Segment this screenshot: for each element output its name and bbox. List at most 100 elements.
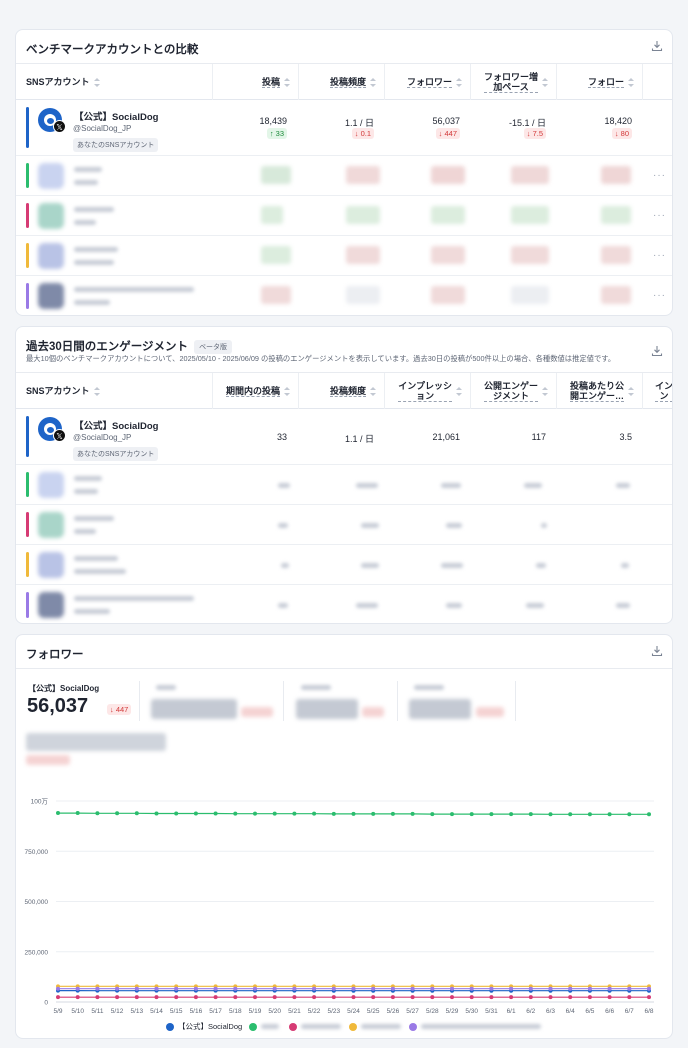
- more-menu-icon[interactable]: ···: [653, 290, 666, 301]
- benchmark-card: ベンチマークアカウントとの比較 SNSアカウント 投稿 投稿頻度 フォロワー フ…: [15, 29, 673, 316]
- sort-icon: [284, 386, 290, 396]
- data-point: [193, 986, 198, 991]
- data-point: [430, 986, 435, 991]
- data-point: [253, 995, 257, 1000]
- col-impressions-overflow[interactable]: インン: [643, 373, 672, 409]
- x-tick-label: 6/6: [605, 1008, 614, 1015]
- x-tick-label: 6/3: [546, 1008, 555, 1015]
- x-platform-icon: 𝕏: [53, 429, 66, 442]
- col-sns-account[interactable]: SNSアカウント: [16, 373, 213, 409]
- data-point: [469, 986, 474, 991]
- legend-dot: [349, 1022, 358, 1031]
- data-point: [351, 995, 356, 1000]
- engagement-description: 最大10個のベンチマークアカウントについて、2025/05/10 - 2025/…: [26, 354, 616, 363]
- table-row[interactable]: [16, 585, 672, 623]
- data-point: [95, 995, 100, 1000]
- data-point: [607, 986, 612, 991]
- more-menu-icon[interactable]: ···: [653, 210, 666, 221]
- account-name: 【公式】SocialDog: [74, 421, 159, 432]
- x-tick-label: 6/5: [585, 1008, 594, 1015]
- data-point: [371, 995, 376, 1000]
- avatar: [38, 552, 64, 578]
- data-point: [351, 811, 356, 816]
- table-row[interactable]: ···: [16, 156, 672, 196]
- legend-main-account: 【公式】SocialDog: [178, 1022, 243, 1031]
- data-point: [213, 811, 218, 816]
- col-engagement-per-post[interactable]: 投稿あたり公 開エンゲー…: [557, 373, 643, 409]
- data-point: [174, 986, 179, 991]
- table-row[interactable]: ···: [16, 236, 672, 276]
- account-color-bar: [26, 472, 29, 497]
- sort-icon: [370, 386, 376, 396]
- data-point: [489, 995, 494, 1000]
- avatar: [38, 203, 64, 229]
- data-point: [134, 995, 139, 1000]
- data-point: [568, 995, 573, 1000]
- col-public-engagement[interactable]: 公開エンゲー ジメント: [471, 373, 557, 409]
- legend-dot: [289, 1022, 298, 1031]
- sort-icon: [542, 77, 548, 87]
- data-point: [587, 986, 592, 991]
- data-point: [371, 811, 376, 816]
- data-point: [647, 995, 651, 1000]
- col-post-frequency[interactable]: 投稿頻度: [299, 373, 385, 409]
- beta-badge: ベータ版: [194, 340, 233, 354]
- data-point: [469, 995, 474, 1000]
- col-post-frequency[interactable]: 投稿頻度: [299, 64, 385, 100]
- x-tick-label: 5/20: [268, 1008, 281, 1015]
- col-posts[interactable]: 投稿: [213, 64, 299, 100]
- benchmark-table: SNSアカウント 投稿 投稿頻度 フォロワー フォロワー増 加ペース フォロー 𝕏…: [16, 64, 672, 315]
- download-icon[interactable]: [651, 345, 663, 357]
- table-row[interactable]: ···: [16, 276, 672, 315]
- data-point: [115, 811, 120, 816]
- data-point: [56, 986, 60, 991]
- data-point: [75, 986, 80, 991]
- col-sns-account[interactable]: SNSアカウント: [16, 64, 213, 100]
- col-following[interactable]: フォロー: [557, 64, 643, 100]
- download-icon[interactable]: [651, 40, 663, 52]
- benchmark-title: ベンチマークアカウントとの比較: [26, 44, 199, 56]
- data-point: [410, 995, 415, 1000]
- more-menu-icon[interactable]: ···: [653, 170, 666, 181]
- data-point: [647, 812, 651, 817]
- account-color-bar: [26, 203, 29, 228]
- account-color-bar: [26, 592, 29, 618]
- data-point: [528, 812, 533, 817]
- more-menu-icon[interactable]: ···: [653, 250, 666, 261]
- data-point: [410, 811, 415, 816]
- followers-line-chart: 0 250,000 500,000 750,000 100万 5/9 5/10 5/11 5/1…: [25, 798, 654, 1015]
- data-point: [489, 986, 494, 991]
- col-impressions[interactable]: インプレッシ ョン: [385, 373, 471, 409]
- avatar: [38, 283, 64, 309]
- table-row[interactable]: [16, 505, 672, 545]
- engagement-title: 過去30日間のエンゲージメント ベータ版: [26, 338, 233, 354]
- x-tick-label: 6/4: [566, 1008, 575, 1015]
- data-point: [469, 812, 474, 817]
- x-tick-label: 6/8: [644, 1008, 653, 1015]
- x-tick-label: 5/26: [387, 1008, 400, 1015]
- legend-dot: [409, 1022, 418, 1031]
- data-point: [233, 995, 238, 1000]
- data-point: [253, 811, 257, 816]
- table-row[interactable]: ···: [16, 196, 672, 236]
- account-handle: @SocialDog_JP: [73, 124, 132, 133]
- data-point: [528, 986, 533, 991]
- y-tick-label: 500,000: [25, 899, 49, 906]
- table-row[interactable]: [16, 545, 672, 585]
- engagement-table-header: SNSアカウント 期間内の投稿 投稿頻度 インプレッシ ョン 公開エンゲー ジメント…: [16, 373, 672, 409]
- data-point: [154, 995, 159, 1000]
- avatar: [38, 512, 64, 538]
- data-point: [509, 812, 514, 817]
- x-tick-label: 5/25: [367, 1008, 380, 1015]
- x-tick-label: 5/27: [406, 1008, 419, 1015]
- engagement-header: 過去30日間のエンゲージメント ベータ版 最大10個のベンチマークアカウントについ…: [16, 327, 672, 373]
- col-followers[interactable]: フォロワー: [385, 64, 471, 100]
- engagement-table: SNSアカウント 期間内の投稿 投稿頻度 インプレッシ ョン 公開エンゲー ジメント…: [16, 373, 672, 623]
- col-period-posts[interactable]: 期間内の投稿: [213, 373, 299, 409]
- table-row[interactable]: [16, 465, 672, 505]
- data-point: [607, 812, 612, 817]
- posts-delta: ↑ 33: [266, 128, 287, 139]
- x-tick-label: 5/13: [130, 1008, 143, 1015]
- sort-icon: [628, 77, 634, 87]
- col-follower-growth[interactable]: フォロワー増 加ペース: [471, 64, 557, 100]
